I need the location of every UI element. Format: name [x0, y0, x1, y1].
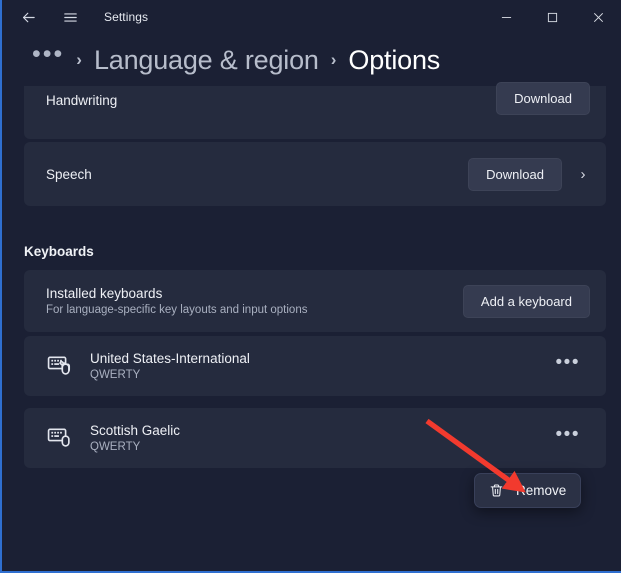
breadcrumb-overflow-button[interactable]: ••• — [32, 42, 64, 70]
breadcrumb-separator-1: › — [76, 50, 82, 69]
card-handwriting[interactable]: Handwriting Download — [24, 82, 606, 139]
maximize-button[interactable] — [529, 0, 575, 34]
context-menu-remove[interactable]: Remove — [474, 473, 581, 508]
breadcrumb-item-language-region[interactable]: Language & region — [94, 45, 319, 76]
card-installed-keyboards: Installed keyboards For language-specifi… — [24, 270, 606, 332]
breadcrumb-separator-2: › — [330, 50, 337, 69]
app-title: Settings — [104, 10, 149, 24]
installed-keyboards-title: Installed keyboards — [46, 285, 163, 301]
keyboard-name: Scottish Gaelic — [90, 422, 181, 438]
page-title: Options — [348, 44, 441, 75]
card-speech[interactable]: Speech Download › — [24, 142, 606, 206]
minimize-button[interactable] — [483, 0, 529, 34]
section-heading-keyboards: Keyboards — [24, 244, 94, 259]
list-item-keyboard-us-international[interactable]: United States-International QWERTY ••• — [24, 336, 606, 396]
window-controls — [483, 0, 621, 34]
close-icon — [593, 12, 603, 22]
keyboard-hand-icon — [47, 428, 70, 447]
chevron-right-icon[interactable]: › — [576, 166, 590, 183]
keyboard-layout: QWERTY — [90, 368, 141, 381]
add-a-keyboard-button[interactable]: Add a keyboard — [462, 284, 590, 318]
handwriting-title: Handwriting — [46, 93, 118, 108]
minimize-icon — [501, 16, 511, 18]
installed-keyboards-subtitle: For language-specific key layouts and in… — [46, 303, 308, 316]
remove-menu-label: Remove — [516, 483, 567, 498]
maximize-icon — [547, 12, 557, 22]
back-button[interactable] — [10, 2, 46, 32]
keyboard-more-options-button[interactable]: ••• — [546, 353, 590, 378]
keyboard-layout: QWERTY — [90, 440, 141, 453]
list-item-keyboard-scottish-gaelic[interactable]: Scottish Gaelic QWERTY ••• — [24, 408, 606, 468]
keyboard-more-options-button[interactable]: ••• — [546, 425, 590, 450]
hamburger-menu-button[interactable] — [52, 2, 88, 32]
keyboard-hand-icon — [47, 356, 71, 375]
back-arrow-icon — [22, 12, 35, 22]
breadcrumb: ••• › Language & region › Options — [2, 34, 621, 86]
handwriting-download-button[interactable]: Download — [496, 82, 590, 115]
speech-title: Speech — [46, 166, 92, 182]
trash-icon — [490, 484, 503, 497]
settings-window: Settings ••• › Language & region › Optio… — [0, 0, 621, 573]
close-button[interactable] — [575, 0, 621, 34]
keyboard-name: United States-International — [90, 350, 250, 366]
title-bar: Settings — [2, 0, 621, 34]
speech-download-button[interactable]: Download — [468, 157, 562, 191]
hamburger-icon — [63, 12, 77, 22]
